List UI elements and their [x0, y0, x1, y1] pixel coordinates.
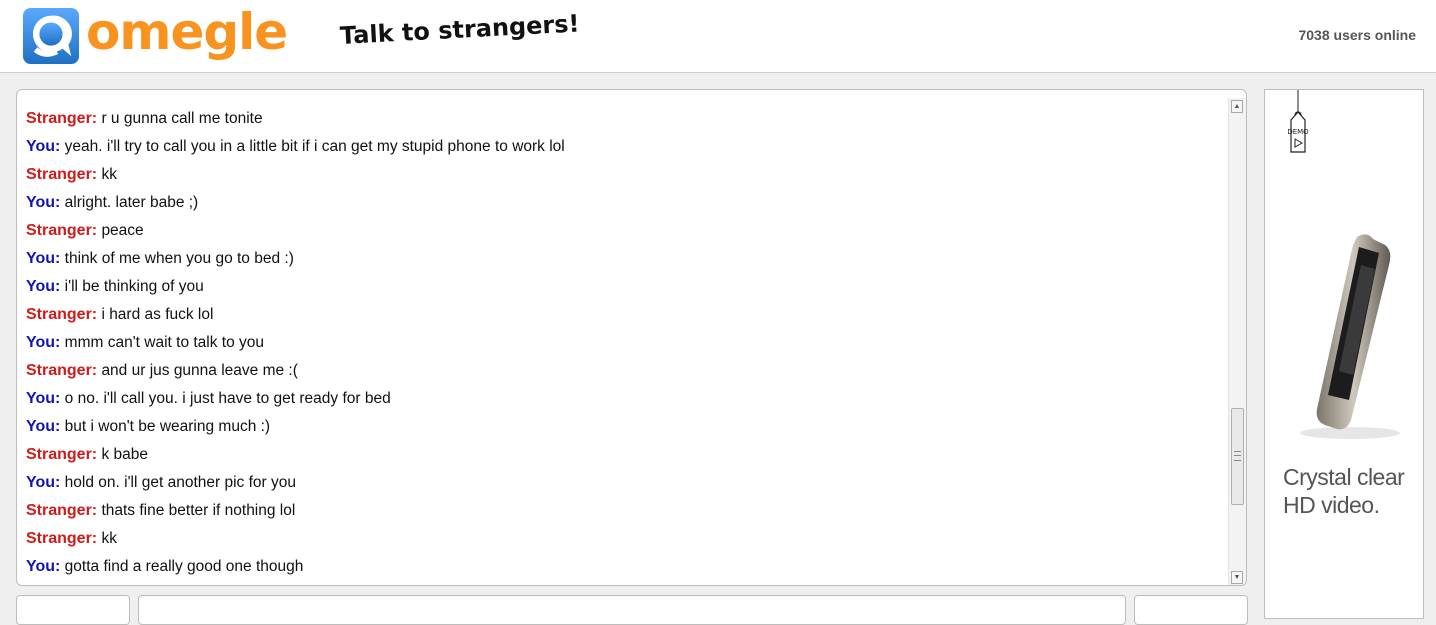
omegle-logo-icon — [22, 7, 80, 65]
chat-message: Stranger: k babe — [26, 441, 1226, 469]
chat-scrollbar[interactable]: ▲ ▼ — [1228, 98, 1246, 585]
message-text: o no. i'll call you. i just have to get … — [64, 390, 391, 407]
stranger-label: Stranger: — [26, 222, 98, 239]
chat-message: You: gotta find a really good one though — [26, 553, 1226, 581]
chat-message: Stranger: peace — [26, 217, 1226, 245]
stranger-label: Stranger: — [26, 306, 98, 323]
scroll-up-button[interactable]: ▲ — [1231, 100, 1243, 113]
stranger-label: Stranger: — [26, 502, 98, 519]
stranger-label: Stranger: — [26, 362, 98, 379]
message-text: gotta find a really good one though — [64, 558, 304, 575]
ad-headline: Crystal clear HD video. — [1283, 464, 1405, 518]
stranger-label: Stranger: — [26, 446, 98, 463]
message-text: thats fine better if nothing lol — [101, 502, 296, 519]
you-label: You: — [26, 278, 61, 295]
message-text: and ur jus gunna leave me :( — [101, 362, 298, 379]
message-input[interactable] — [138, 595, 1126, 625]
message-text: but i won't be wearing much :) — [64, 418, 271, 435]
chat-message: You: mmm can't wait to talk to you — [26, 329, 1226, 357]
message-text: mmm can't wait to talk to you — [64, 334, 265, 351]
chat-message: You: o no. i'll call you. i just have to… — [26, 385, 1226, 413]
you-label: You: — [26, 558, 61, 575]
chat-message: Stranger: kk — [26, 161, 1226, 189]
message-text: i hard as fuck lol — [101, 306, 214, 323]
you-label: You: — [26, 138, 61, 155]
disconnect-button[interactable] — [16, 595, 130, 625]
chat-message: You: i'll be thinking of you — [26, 273, 1226, 301]
chat-message: You: yeah. i'll try to call you in a lit… — [26, 133, 1226, 161]
demo-tag-icon: DEMO — [1287, 90, 1309, 153]
message-text: r u gunna call me tonite — [101, 110, 263, 127]
stranger-label: Stranger: — [26, 166, 98, 183]
you-label: You: — [26, 390, 61, 407]
message-text: hold on. i'll get another pic for you — [64, 474, 296, 491]
chat-message: You: but i won't be wearing much :) — [26, 413, 1226, 441]
scroll-grip-icon — [1234, 451, 1241, 461]
you-label: You: — [26, 474, 61, 491]
chat-message: Stranger: kk — [26, 525, 1226, 553]
stranger-label: Stranger: — [26, 110, 98, 127]
chat-message: You: alright. later babe ;) — [26, 189, 1226, 217]
message-text: kk — [101, 166, 117, 183]
message-text: i'll be thinking of you — [64, 278, 204, 295]
scroll-thumb[interactable] — [1231, 408, 1244, 505]
chat-log-panel[interactable]: Stranger: r u gunna call me tonite You: y… — [16, 89, 1247, 586]
chat-message: Stranger: r u gunna call me tonite — [26, 105, 1226, 133]
scroll-down-button[interactable]: ▼ — [1231, 571, 1243, 584]
advertisement-panel[interactable]: DEMO Crystal clear HD video. — [1264, 89, 1424, 619]
tagline: Talk to strangers! — [339, 9, 581, 50]
chat-message: You: hold on. i'll get another pic for y… — [26, 469, 1226, 497]
message-text: k babe — [101, 446, 148, 463]
chat-log: Stranger: r u gunna call me tonite You: y… — [26, 105, 1226, 581]
omegle-logo[interactable]: omegle — [22, 3, 288, 66]
message-text: kk — [101, 530, 117, 547]
you-label: You: — [26, 418, 61, 435]
chat-message: You: think of me when you go to bed :) — [26, 245, 1226, 273]
chat-message: Stranger: i hard as fuck lol — [26, 301, 1226, 329]
chat-message: Stranger: and ur jus gunna leave me :( — [26, 357, 1226, 385]
demo-tag-label: DEMO — [1287, 128, 1309, 136]
logo-text: omegle — [86, 3, 288, 61]
you-label: You: — [26, 194, 61, 211]
message-text: alright. later babe ;) — [64, 194, 199, 211]
send-button[interactable] — [1134, 595, 1248, 625]
message-text: think of me when you go to bed :) — [64, 250, 294, 267]
message-text: peace — [101, 222, 144, 239]
you-label: You: — [26, 334, 61, 351]
you-label: You: — [26, 250, 61, 267]
message-text: yeah. i'll try to call you in a little b… — [64, 138, 565, 155]
stranger-label: Stranger: — [26, 530, 98, 547]
users-online-count: 7038 users online — [1298, 27, 1416, 43]
header: omegle Talk to strangers! 7038 users onl… — [0, 0, 1436, 73]
chat-message: Stranger: thats fine better if nothing l… — [26, 497, 1226, 525]
